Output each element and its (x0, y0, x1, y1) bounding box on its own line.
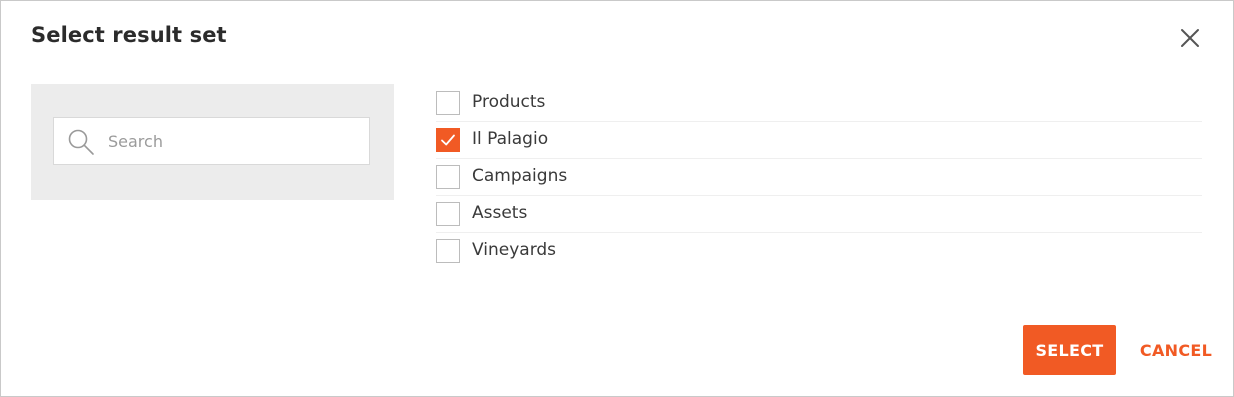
search-input[interactable] (108, 118, 358, 164)
search-box[interactable] (53, 117, 370, 165)
list-item[interactable]: Assets (436, 196, 1202, 233)
close-button[interactable] (1177, 25, 1203, 51)
list-item[interactable]: Il Palagio (436, 122, 1202, 159)
list-item-label: Products (472, 92, 546, 112)
list-item-label: Campaigns (472, 166, 568, 186)
checkbox[interactable] (436, 202, 460, 226)
cancel-button[interactable]: CANCEL (1131, 325, 1221, 375)
list-item[interactable]: Vineyards (436, 233, 1202, 269)
checkbox[interactable] (436, 165, 460, 189)
list-item[interactable]: Campaigns (436, 159, 1202, 196)
checkmark-icon (441, 134, 455, 146)
list-item-label: Il Palagio (472, 129, 549, 149)
checkbox-checked[interactable] (436, 128, 460, 152)
list-item[interactable]: Products (436, 85, 1202, 122)
result-set-list: Products Il Palagio Campaigns Assets Vin… (436, 85, 1202, 269)
checkbox[interactable] (436, 91, 460, 115)
search-icon (68, 129, 94, 155)
list-item-label: Vineyards (472, 240, 557, 260)
select-result-set-dialog: Select result set Products Il Palagio (0, 0, 1234, 397)
list-item-label: Assets (472, 203, 528, 223)
checkbox[interactable] (436, 239, 460, 263)
close-icon (1181, 29, 1199, 47)
select-button[interactable]: SELECT (1023, 325, 1116, 375)
search-panel (31, 84, 394, 200)
dialog-title: Select result set (31, 23, 227, 47)
